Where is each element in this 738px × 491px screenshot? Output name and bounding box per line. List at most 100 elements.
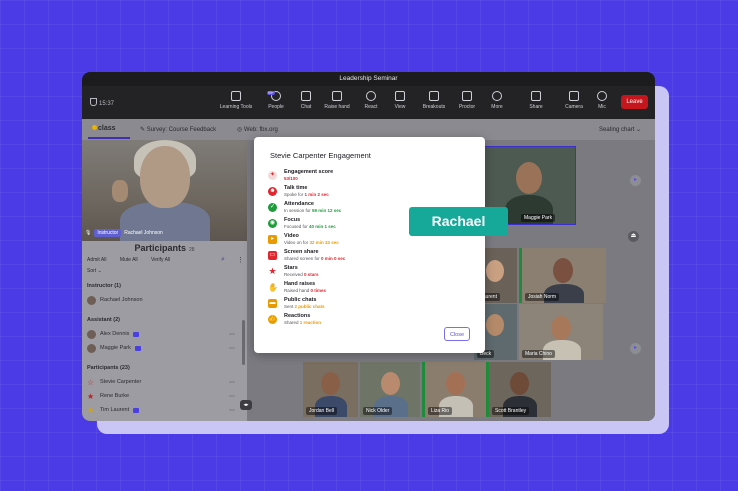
more-options-icon[interactable]: ⋯ <box>229 331 235 338</box>
instructor-face <box>140 146 190 208</box>
participants-title: Participants 28 <box>134 243 195 253</box>
class-logo-icon <box>92 125 97 130</box>
video-name: Nick Older <box>363 407 393 415</box>
people-button[interactable]: People 99+ <box>259 91 293 110</box>
mic-icon <box>597 91 607 101</box>
video-tile: Nick Older <box>360 362 420 417</box>
participants-count: 28 <box>188 247 195 253</box>
learning-tools-icon <box>231 91 241 101</box>
chevron-right-icon: ▸ <box>633 177 637 183</box>
more-options-icon[interactable]: ⋯ <box>229 407 235 414</box>
person-head <box>381 372 400 395</box>
admit-all-button[interactable]: Admit All <box>87 257 106 263</box>
more-options-icon[interactable]: ⋯ <box>229 393 235 400</box>
share-icon <box>531 91 541 101</box>
participant-row[interactable]: ★ Rene Burke ⋯ <box>87 390 237 402</box>
talk-time-icon: ☻ <box>268 187 277 196</box>
participant-row[interactable]: ★ Tim Laurent ⋯ <box>87 404 237 416</box>
tab-survey[interactable]: ✎ Survey: Course Feedback <box>140 126 216 133</box>
seating-chart-dropdown[interactable]: Seating chart ⌄ <box>599 126 641 133</box>
participants-actions: Admit All Mute All Verify All <box>87 257 182 263</box>
metric-stars: ★ Stars Received 0 stars <box>268 265 319 277</box>
raise-hand-button[interactable]: Raise hand <box>320 91 354 110</box>
participant-name: Rene Burke <box>100 393 130 399</box>
instructor-name: Rachael Johnson <box>124 230 163 236</box>
metric-engagement-score: ✦ Engagement score 53/100 <box>268 169 334 181</box>
mic-button[interactable]: Mic <box>585 91 619 110</box>
share-button[interactable]: Share <box>519 91 553 110</box>
engagement-score-icon: ✦ <box>268 171 277 180</box>
chevron-down-icon: ⌄ <box>636 127 642 133</box>
instructor-tag: 🎙 Instructor Rachael Johnson <box>85 229 163 237</box>
participant-row[interactable]: Maggie Park ⋯ <box>87 342 237 354</box>
next-page-button[interactable]: ▸ <box>630 343 641 354</box>
proctor-icon <box>462 91 472 101</box>
search-icon[interactable]: ⌕ <box>221 256 225 264</box>
avatar <box>87 329 96 339</box>
leave-button[interactable]: Leave <box>621 95 648 109</box>
more-options-icon[interactable]: ⋯ <box>229 345 235 352</box>
person-head <box>446 372 465 395</box>
video-name: Josiah Norm <box>525 293 560 301</box>
modal-title: Stevie Carpenter Engagement <box>270 151 371 160</box>
screen-share-icon: ▭ <box>268 251 277 260</box>
people-count-badge: 99+ <box>267 91 275 95</box>
tab-class[interactable]: class <box>92 125 116 132</box>
participant-row[interactable]: Alex Dennis ⋯ <box>87 328 237 340</box>
raise-hand-icon <box>332 91 342 101</box>
close-button[interactable]: Close <box>444 327 470 341</box>
tab-underline <box>88 137 130 139</box>
engagement-modal: Stevie Carpenter Engagement ✦ Engagement… <box>254 137 485 353</box>
proctor-button[interactable]: Proctor <box>450 91 484 110</box>
sort-dropdown[interactable]: Sort ⌄ <box>87 268 102 274</box>
role-badge: Instructor <box>94 229 122 237</box>
cursor-name-tag: Rachael <box>409 207 508 236</box>
survey-icon: ✎ <box>140 127 147 133</box>
star-icon: ☆ <box>87 377 95 387</box>
section-participants: Participants (23) <box>87 365 130 371</box>
video-name: Liza Rio <box>428 407 453 415</box>
mute-all-button[interactable]: Mute All <box>120 257 138 263</box>
expand-panel-button[interactable]: ◂▸ <box>240 400 252 410</box>
participant-name: Maggie Park <box>100 345 131 351</box>
more-options-icon[interactable]: ⋯ <box>229 379 235 386</box>
scrollbar[interactable] <box>242 320 245 365</box>
chat-badge-icon <box>133 331 140 337</box>
metric-reactions: 👍 Reactions Shared 1 reaction <box>268 313 322 325</box>
view-button[interactable]: View <box>383 91 417 110</box>
more-button[interactable]: More <box>480 91 514 110</box>
verify-all-button[interactable]: Verify All <box>151 257 170 263</box>
chevron-up-icon: ⏏ <box>630 233 637 239</box>
globe-icon: ◎ <box>237 127 244 133</box>
next-page-button[interactable]: ▸ <box>630 175 641 186</box>
participant-row[interactable]: ☆ Stevie Carpenter ⋯ <box>87 376 237 388</box>
toolbar: 15:37 Learning Tools People 99+ Chat Rai… <box>82 86 655 119</box>
video-tile: Maria Chino <box>519 304 603 360</box>
kebab-menu-icon[interactable]: ⋮ <box>237 256 244 264</box>
metric-screen-share: ▭ Screen share Shared screen for 0 min 0… <box>268 249 346 261</box>
star-icon: ★ <box>87 405 95 415</box>
avatar <box>87 295 96 305</box>
chat-button[interactable]: Chat <box>289 91 323 110</box>
instructor-hand <box>112 180 128 202</box>
collapse-button[interactable]: ⏏ <box>628 231 639 242</box>
instructor-video: 🎙 Instructor Rachael Johnson <box>82 140 247 241</box>
metric-public-chats: ▬ Public chats Sent 2 public chats <box>268 297 325 309</box>
chat-icon <box>301 91 311 101</box>
section-assistant: Assistant (2) <box>87 317 121 323</box>
react-icon <box>366 91 376 101</box>
hand-raise-icon: ✋ <box>268 283 278 292</box>
person-head <box>510 372 529 395</box>
participant-name: Alex Dennis <box>100 331 130 337</box>
avatar <box>87 343 96 353</box>
learning-tools-button[interactable]: Learning Tools <box>219 91 253 110</box>
participant-name: Rachael Johnson <box>100 297 143 303</box>
attendance-icon: ✓ <box>268 203 277 212</box>
video-tile: Jordan Bell <box>303 362 358 417</box>
person-head <box>516 162 542 194</box>
chevron-right-icon: ▸ <box>633 345 637 351</box>
tab-web[interactable]: ◎ Web: fbx.org <box>237 126 278 133</box>
participant-row[interactable]: Rachael Johnson <box>87 294 237 306</box>
video-name: Scott Brantley <box>492 407 530 415</box>
breakouts-button[interactable]: Breakouts <box>417 91 451 110</box>
